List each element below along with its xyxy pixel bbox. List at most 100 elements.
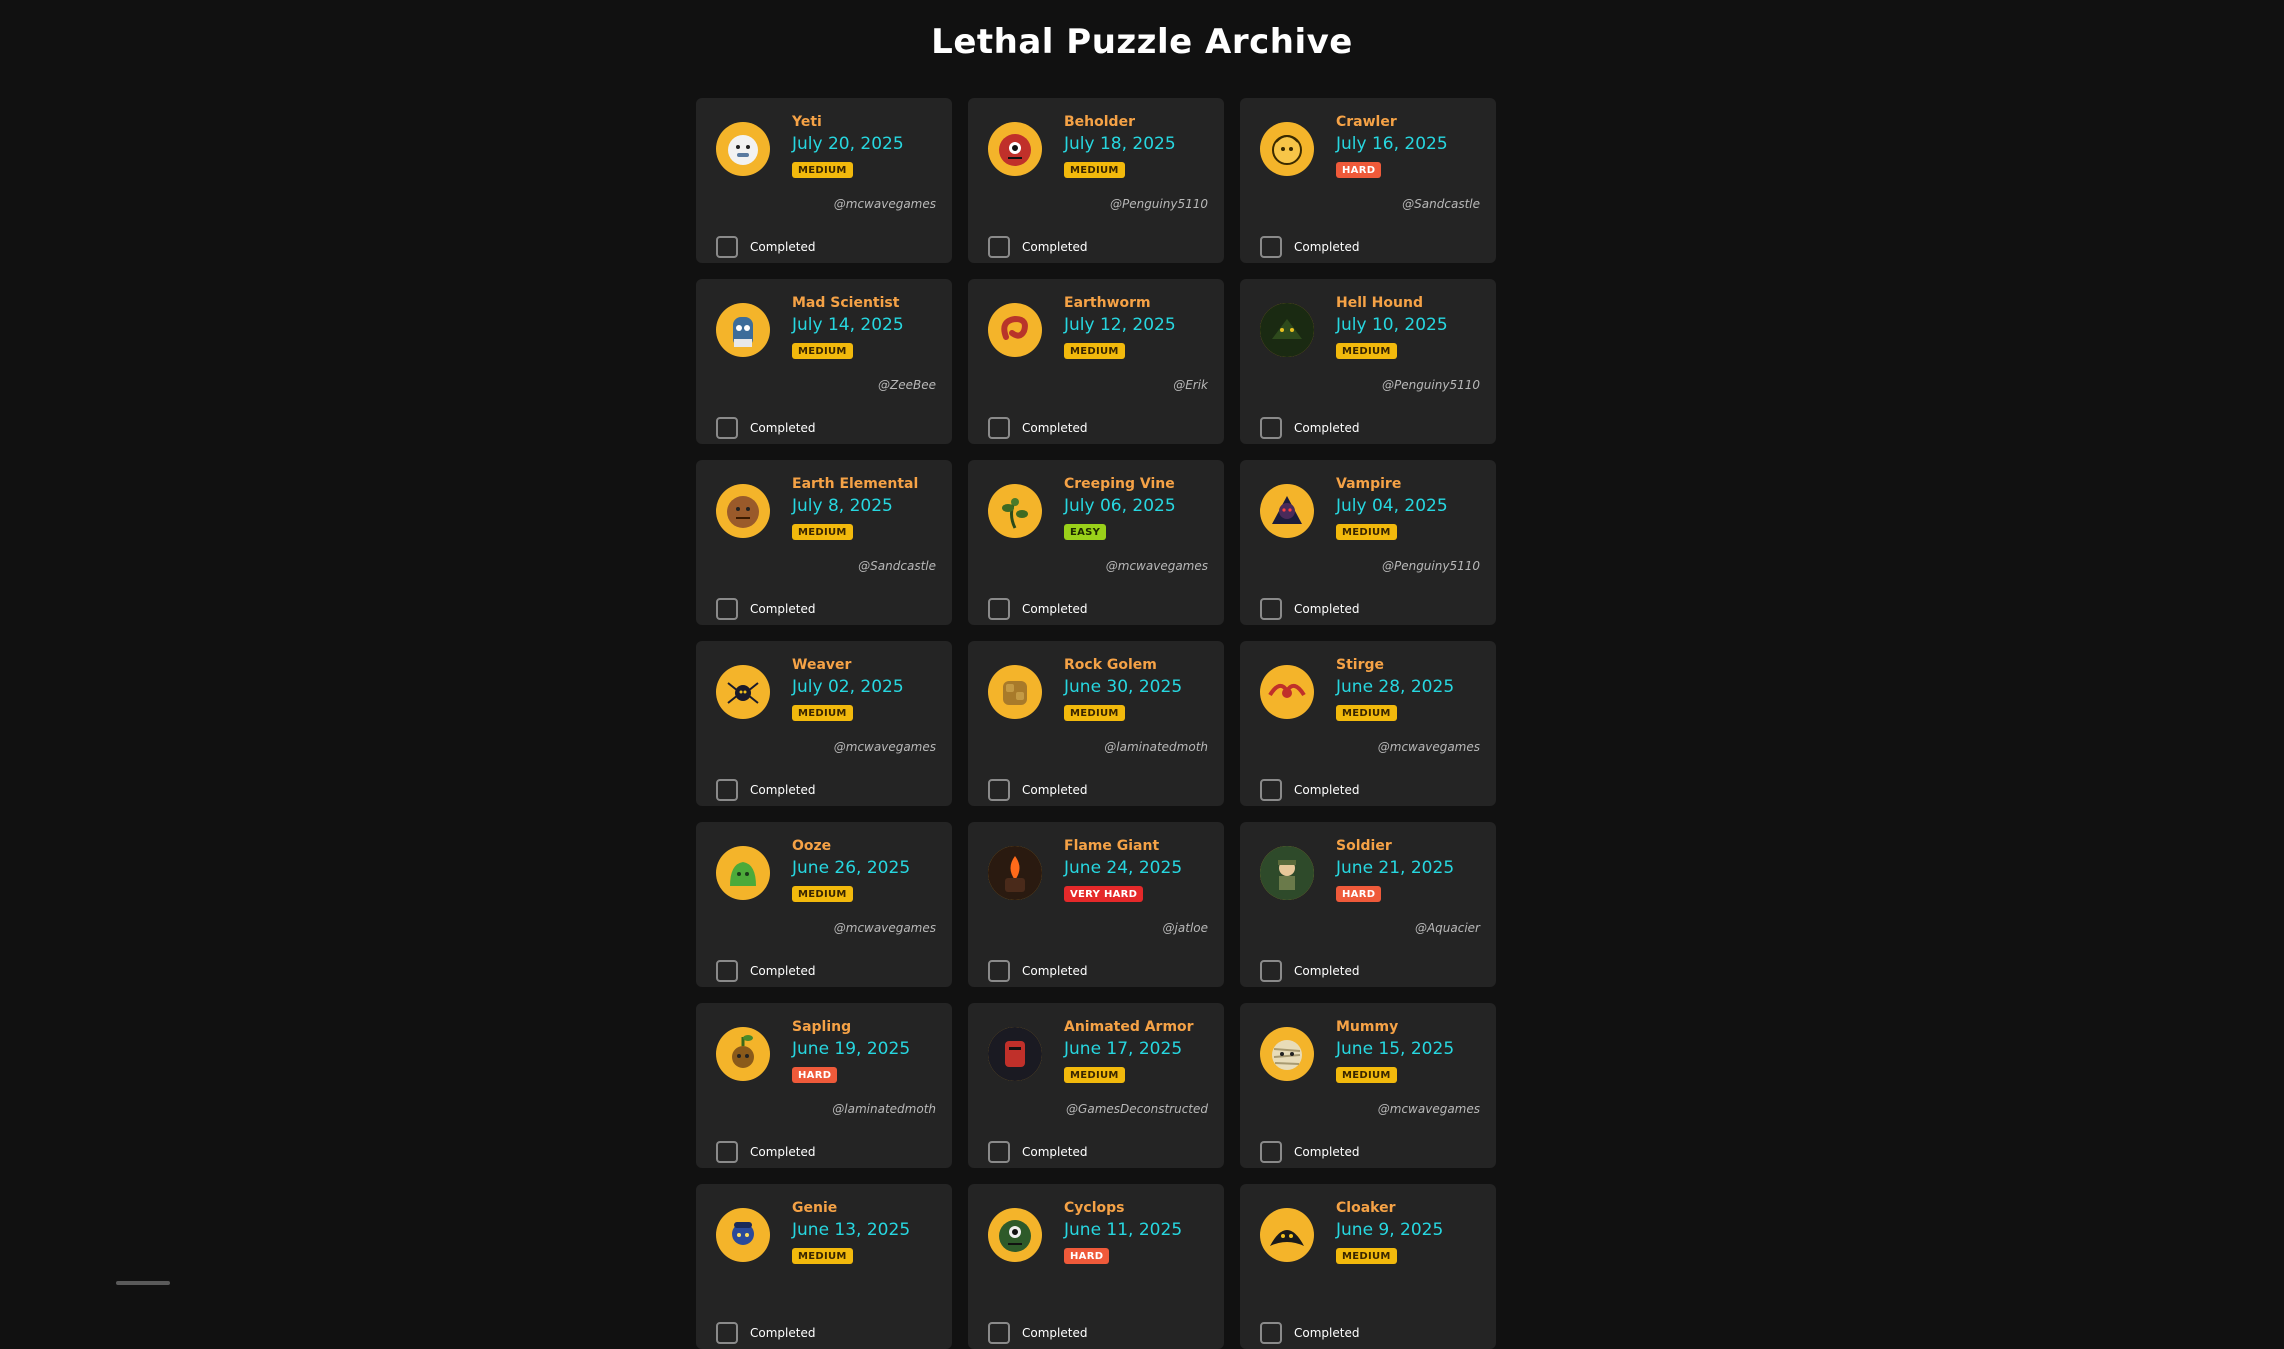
puzzle-author: @GamesDeconstructed [1066,1102,1208,1116]
completed-checkbox[interactable] [988,417,1010,439]
puzzle-card[interactable]: Flame Giant June 24, 2025 VERY HARD @jat… [968,822,1224,987]
completed-toggle[interactable]: Completed [716,779,815,801]
horizontal-scrollbar[interactable] [116,1281,170,1285]
completed-toggle[interactable]: Completed [716,236,815,258]
puzzle-name[interactable]: Vampire [1336,476,1401,492]
puzzle-name[interactable]: Hell Hound [1336,295,1423,311]
puzzle-card[interactable]: Animated Armor June 17, 2025 MEDIUM @Gam… [968,1003,1224,1168]
completed-toggle[interactable]: Completed [1260,960,1359,982]
puzzle-name[interactable]: Crawler [1336,114,1397,130]
puzzle-name[interactable]: Animated Armor [1064,1019,1194,1035]
puzzle-card[interactable]: Genie June 13, 2025 MEDIUM Completed [696,1184,952,1349]
completed-label: Completed [1294,1145,1360,1159]
puzzle-author: @Penguiny5110 [1381,378,1480,392]
completed-checkbox[interactable] [716,960,738,982]
completed-toggle[interactable]: Completed [1260,236,1359,258]
completed-toggle[interactable]: Completed [1260,417,1359,439]
completed-toggle[interactable]: Completed [988,1322,1087,1344]
beholder-icon [988,122,1042,176]
completed-toggle[interactable]: Completed [716,598,815,620]
puzzle-name[interactable]: Ooze [792,838,831,854]
completed-checkbox[interactable] [716,417,738,439]
completed-toggle[interactable]: Completed [1260,1322,1359,1344]
puzzle-card[interactable]: Rock Golem June 30, 2025 MEDIUM @laminat… [968,641,1224,806]
completed-checkbox[interactable] [716,236,738,258]
puzzle-card[interactable]: Cyclops June 11, 2025 HARD Completed [968,1184,1224,1349]
puzzle-card[interactable]: Mummy June 15, 2025 MEDIUM @mcwavegames … [1240,1003,1496,1168]
puzzle-card[interactable]: Cloaker June 9, 2025 MEDIUM Completed [1240,1184,1496,1349]
puzzle-card[interactable]: Earthworm July 12, 2025 MEDIUM @Erik Com… [968,279,1224,444]
puzzle-card[interactable]: Creeping Vine July 06, 2025 EASY @mcwave… [968,460,1224,625]
puzzle-name[interactable]: Beholder [1064,114,1135,130]
completed-checkbox[interactable] [716,1322,738,1344]
completed-checkbox[interactable] [1260,1141,1282,1163]
difficulty-badge: MEDIUM [1064,1067,1125,1083]
completed-toggle[interactable]: Completed [988,417,1087,439]
completed-checkbox[interactable] [988,598,1010,620]
puzzle-card[interactable]: Mad Scientist July 14, 2025 MEDIUM @ZeeB… [696,279,952,444]
completed-toggle[interactable]: Completed [1260,598,1359,620]
puzzle-name[interactable]: Soldier [1336,838,1392,854]
puzzle-name[interactable]: Yeti [792,114,822,130]
completed-toggle[interactable]: Completed [716,960,815,982]
flame-giant-icon [988,846,1042,900]
completed-toggle[interactable]: Completed [716,1141,815,1163]
completed-checkbox[interactable] [1260,417,1282,439]
completed-toggle[interactable]: Completed [988,236,1087,258]
difficulty-badge: MEDIUM [1064,705,1125,721]
puzzle-card[interactable]: Earth Elemental July 8, 2025 MEDIUM @San… [696,460,952,625]
puzzle-name[interactable]: Cyclops [1064,1200,1124,1216]
puzzle-name[interactable]: Mad Scientist [792,295,899,311]
puzzle-date: June 30, 2025 [1064,677,1183,697]
puzzle-name[interactable]: Stirge [1336,657,1384,673]
puzzle-name[interactable]: Mummy [1336,1019,1398,1035]
puzzle-card[interactable]: Sapling June 19, 2025 HARD @laminatedmot… [696,1003,952,1168]
puzzle-card[interactable]: Stirge June 28, 2025 MEDIUM @mcwavegames… [1240,641,1496,806]
completed-toggle[interactable]: Completed [988,779,1087,801]
completed-label: Completed [750,240,816,254]
completed-toggle[interactable]: Completed [716,1322,815,1344]
completed-checkbox[interactable] [1260,1322,1282,1344]
puzzle-name[interactable]: Sapling [792,1019,851,1035]
puzzle-name[interactable]: Flame Giant [1064,838,1159,854]
completed-checkbox[interactable] [988,236,1010,258]
puzzle-name[interactable]: Earthworm [1064,295,1151,311]
puzzle-author: @laminatedmoth [832,1102,936,1116]
puzzle-card[interactable]: Soldier June 21, 2025 HARD @Aquacier Com… [1240,822,1496,987]
cyclops-icon [988,1208,1042,1262]
difficulty-badge: HARD [792,1067,838,1083]
completed-checkbox[interactable] [1260,960,1282,982]
completed-checkbox[interactable] [1260,598,1282,620]
puzzle-card[interactable]: Yeti July 20, 2025 MEDIUM @mcwavegames C… [696,98,952,263]
puzzle-name[interactable]: Weaver [792,657,851,673]
completed-checkbox[interactable] [988,1322,1010,1344]
puzzle-card[interactable]: Crawler July 16, 2025 HARD @Sandcastle C… [1240,98,1496,263]
completed-checkbox[interactable] [1260,236,1282,258]
puzzle-name[interactable]: Genie [792,1200,837,1216]
puzzle-card[interactable]: Beholder July 18, 2025 MEDIUM @Penguiny5… [968,98,1224,263]
puzzle-name[interactable]: Creeping Vine [1064,476,1175,492]
completed-toggle[interactable]: Completed [988,1141,1087,1163]
puzzle-card[interactable]: Weaver July 02, 2025 MEDIUM @mcwavegames… [696,641,952,806]
completed-label: Completed [1022,421,1088,435]
completed-checkbox[interactable] [716,1141,738,1163]
completed-checkbox[interactable] [988,779,1010,801]
completed-checkbox[interactable] [988,1141,1010,1163]
completed-toggle[interactable]: Completed [1260,779,1359,801]
puzzle-name[interactable]: Earth Elemental [792,476,918,492]
puzzle-card[interactable]: Hell Hound July 10, 2025 MEDIUM @Penguin… [1240,279,1496,444]
puzzle-date: June 28, 2025 [1336,677,1455,697]
puzzle-card[interactable]: Vampire July 04, 2025 MEDIUM @Penguiny51… [1240,460,1496,625]
puzzle-card[interactable]: Ooze June 26, 2025 MEDIUM @mcwavegames C… [696,822,952,987]
completed-toggle[interactable]: Completed [988,960,1087,982]
difficulty-badge: MEDIUM [1064,343,1125,359]
puzzle-name[interactable]: Cloaker [1336,1200,1395,1216]
completed-checkbox[interactable] [716,779,738,801]
completed-checkbox[interactable] [988,960,1010,982]
completed-toggle[interactable]: Completed [988,598,1087,620]
completed-toggle[interactable]: Completed [1260,1141,1359,1163]
puzzle-name[interactable]: Rock Golem [1064,657,1157,673]
completed-checkbox[interactable] [1260,779,1282,801]
completed-checkbox[interactable] [716,598,738,620]
completed-toggle[interactable]: Completed [716,417,815,439]
